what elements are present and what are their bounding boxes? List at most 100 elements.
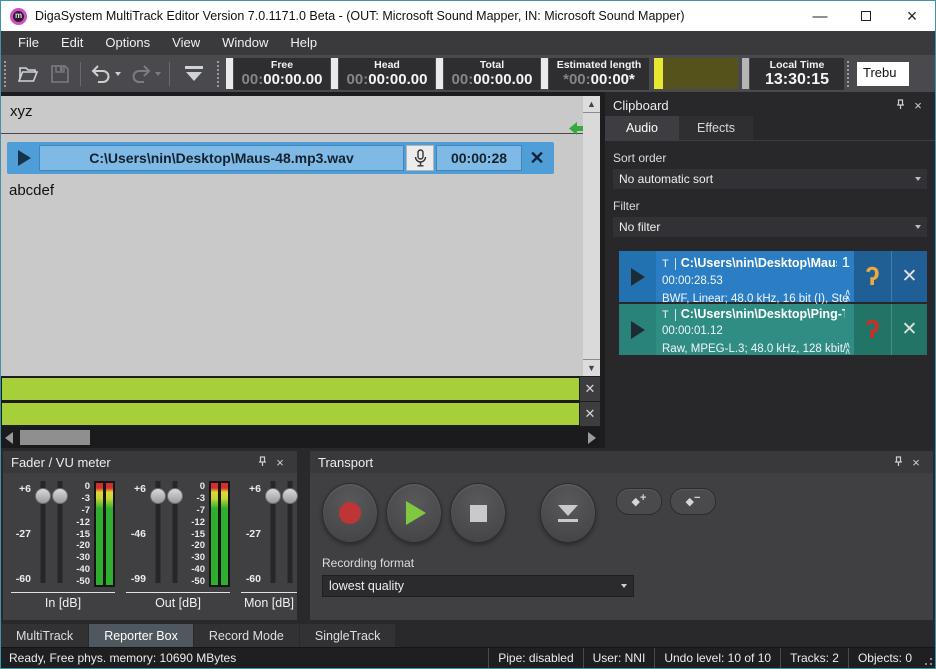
close-icon[interactable]: × xyxy=(907,455,925,470)
prelisten-button[interactable]: ʔ xyxy=(854,251,891,302)
clipboard-item[interactable]: T C:\Users\nin\Desktop\Maus-48.m 1 00:00… xyxy=(619,251,927,302)
toolbar-splitter[interactable] xyxy=(436,58,443,89)
menu-window[interactable]: Window xyxy=(211,31,279,55)
object-play-button[interactable] xyxy=(9,150,39,166)
vertical-scroll-thumb[interactable] xyxy=(583,112,600,360)
pin-icon[interactable] xyxy=(889,456,907,468)
redo-dropdown-icon xyxy=(155,72,161,76)
clipboard-item[interactable]: T C:\Users\nin\Desktop\Ping-Trenner.M 00… xyxy=(619,304,927,355)
fader-slider[interactable] xyxy=(150,481,165,587)
play-button[interactable] xyxy=(386,483,442,543)
tab-record-mode[interactable]: Record Mode xyxy=(194,624,299,647)
object-close-button[interactable]: ✕ xyxy=(522,148,552,169)
total-time-display: Total 00:00:00.00 xyxy=(444,58,540,90)
tab-multitrack[interactable]: MultiTrack xyxy=(1,624,88,647)
fader-slider[interactable] xyxy=(52,481,67,587)
clip-play-button[interactable] xyxy=(619,251,656,302)
stop-button[interactable] xyxy=(450,483,506,543)
multitrack-canvas[interactable]: xyz C:\Users\nin\Desktop\Maus-48.mp3.wav xyxy=(1,96,600,376)
filter-select[interactable]: No filter xyxy=(613,217,927,237)
tab-effects[interactable]: Effects xyxy=(679,116,753,140)
clip-delete-button[interactable]: ✕ xyxy=(891,304,927,355)
sort-order-select[interactable]: No automatic sort xyxy=(613,169,927,189)
pin-icon[interactable] xyxy=(891,99,909,111)
drop-marker-button[interactable] xyxy=(174,60,214,88)
level-strip[interactable] xyxy=(1,377,580,401)
object-file-path[interactable]: C:\Users\nin\Desktop\Maus-48.mp3.wav xyxy=(39,145,404,171)
level-strip[interactable] xyxy=(1,402,580,426)
tab-audio[interactable]: Audio xyxy=(605,116,679,140)
add-marker-button[interactable]: ◆+ xyxy=(616,488,662,515)
toolbar-splitter[interactable] xyxy=(541,58,548,89)
level-strip-close-button[interactable]: ✕ xyxy=(580,377,600,401)
object-record-button[interactable] xyxy=(406,145,434,171)
menu-file[interactable]: File xyxy=(7,31,50,55)
font-combobox[interactable]: Trebu xyxy=(857,62,909,86)
fader-titlebar: Fader / VU meter × xyxy=(3,451,297,473)
scale-top: +6 xyxy=(249,483,261,495)
record-button[interactable] xyxy=(322,483,378,543)
toolbar-grip[interactable] xyxy=(4,61,9,87)
scroll-up-icon[interactable]: ▲ xyxy=(583,96,600,112)
close-icon[interactable]: × xyxy=(271,455,289,470)
open-file-button[interactable] xyxy=(12,60,44,88)
toolbar-splitter[interactable] xyxy=(742,58,749,89)
level-strip-close-button[interactable]: ✕ xyxy=(580,402,600,426)
recording-format-select[interactable]: lowest quality xyxy=(322,575,634,597)
vertical-scrollbar[interactable]: ▲ ▼ xyxy=(583,96,600,376)
prelisten-button[interactable]: ʔ xyxy=(854,304,891,355)
scroll-down-icon[interactable]: ▼ xyxy=(583,360,600,376)
local-time-display: Local Time 13:30:15 xyxy=(750,58,844,90)
fader-knob[interactable] xyxy=(265,488,281,504)
horizontal-scrollbar[interactable] xyxy=(1,427,600,448)
collapse-icon[interactable]: ∧∧ xyxy=(844,342,851,354)
menu-edit[interactable]: Edit xyxy=(50,31,94,55)
horizontal-scroll-thumb[interactable] xyxy=(20,430,90,445)
fader-slider[interactable] xyxy=(265,481,280,587)
marker-remove-icon: ◆ xyxy=(686,495,694,508)
minimize-button[interactable]: — xyxy=(797,1,843,31)
fader-slider[interactable] xyxy=(167,481,182,587)
filter-label: Filter xyxy=(613,199,927,213)
fader-slider[interactable] xyxy=(282,481,297,587)
undo-dropdown-icon[interactable] xyxy=(115,72,121,76)
toolbar-grip[interactable] xyxy=(217,61,222,87)
undo-button[interactable] xyxy=(85,60,125,88)
clip-play-button[interactable] xyxy=(619,304,656,355)
drop-icon xyxy=(558,505,578,516)
toolbar-splitter[interactable] xyxy=(226,58,233,89)
fader-group-label: Out [dB] xyxy=(126,592,230,610)
close-icon[interactable]: × xyxy=(909,98,927,113)
pin-icon[interactable] xyxy=(253,456,271,468)
redo-button[interactable] xyxy=(125,60,165,88)
menu-view[interactable]: View xyxy=(161,31,211,55)
toolbar-splitter[interactable] xyxy=(331,58,338,89)
toolbar-grip[interactable] xyxy=(847,61,852,87)
record-icon xyxy=(339,502,361,524)
clip-delete-button[interactable]: ✕ xyxy=(891,251,927,302)
tab-reporter-box[interactable]: Reporter Box xyxy=(89,624,193,647)
fader-group-label: Mon [dB] xyxy=(241,592,297,610)
fader-knob[interactable] xyxy=(167,488,183,504)
tab-singletrack[interactable]: SingleTrack xyxy=(300,624,396,647)
fader-knob[interactable] xyxy=(150,488,166,504)
close-button[interactable]: × xyxy=(889,1,935,31)
status-tracks: Tracks: 2 xyxy=(780,648,848,668)
clipboard-tabs: Audio Effects xyxy=(605,116,935,141)
save-button[interactable] xyxy=(44,60,76,88)
fader-knob[interactable] xyxy=(35,488,51,504)
remove-marker-button[interactable]: ◆− xyxy=(670,488,716,515)
resize-grip[interactable] xyxy=(921,648,935,668)
scroll-left-icon[interactable] xyxy=(1,427,17,448)
maximize-button[interactable] xyxy=(843,1,889,31)
menu-options[interactable]: Options xyxy=(94,31,161,55)
fader-knob[interactable] xyxy=(282,488,298,504)
scroll-right-icon[interactable] xyxy=(584,427,600,448)
fader-knob[interactable] xyxy=(52,488,68,504)
horizontal-scroll-track[interactable] xyxy=(17,427,584,448)
collapse-icon[interactable]: ∧∧ xyxy=(844,289,851,301)
fader-slider[interactable] xyxy=(35,481,50,587)
audio-object-row[interactable]: C:\Users\nin\Desktop\Maus-48.mp3.wav 00:… xyxy=(7,142,554,174)
menu-help[interactable]: Help xyxy=(279,31,328,55)
drop-button[interactable] xyxy=(540,483,596,543)
